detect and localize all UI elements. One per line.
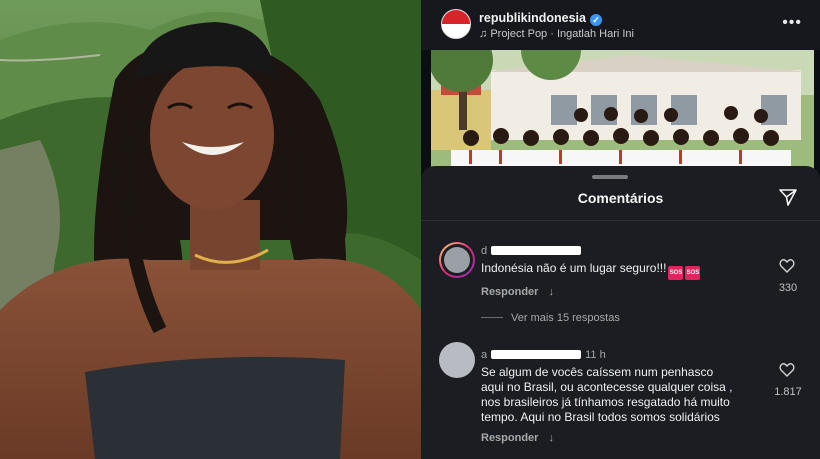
- verified-badge-icon: ✓: [589, 14, 602, 26]
- reply-label[interactable]: Responder: [481, 286, 538, 298]
- comment-time: 11 h: [585, 349, 606, 361]
- screenshot-root: republikindonesia ✓ ♫ Project Pop · Ingat…: [0, 0, 820, 459]
- redacted-username: [491, 350, 582, 359]
- comment-text: Indonésia não é um lugar seguro!!! SOS SOS: [481, 261, 701, 280]
- post-header: republikindonesia ✓ ♫ Project Pop · Ingat…: [421, 0, 820, 50]
- avatar-image: [444, 247, 470, 273]
- comment-avatar[interactable]: [439, 242, 475, 278]
- more-options-icon[interactable]: •••: [782, 14, 802, 32]
- view-more-replies[interactable]: Ver mais 15 respostas: [481, 312, 620, 324]
- comment-username[interactable]: a 11 h: [481, 349, 606, 361]
- like-heart-icon[interactable]: [779, 362, 795, 382]
- translate-arrow-icon[interactable]: ↓: [548, 286, 554, 298]
- music-note-icon: ♫: [479, 28, 491, 40]
- comment-line: nos brasileiros já tínhamos resgatado há…: [481, 395, 730, 409]
- instagram-panel: republikindonesia ✓ ♫ Project Pop · Ingat…: [421, 0, 820, 459]
- comment-line: tempo. Aqui no Brasil todos somos solidá…: [481, 410, 720, 424]
- like-count: 330: [778, 282, 798, 294]
- view-replies-text[interactable]: Ver mais 15 respostas: [511, 312, 620, 324]
- woman-photo: [0, 0, 421, 459]
- username[interactable]: republikindonesia ✓: [479, 11, 602, 26]
- like-heart-icon[interactable]: [779, 258, 795, 278]
- username-initial[interactable]: d: [481, 245, 487, 257]
- like-count: 1.817: [774, 386, 802, 398]
- comment-line: aqui no Brasil, ou acontecesse qualquer …: [481, 380, 733, 394]
- redacted-username: [491, 246, 582, 255]
- reply-button[interactable]: Responder ↓: [481, 432, 554, 444]
- indonesia-flag-avatar[interactable]: [441, 9, 471, 39]
- send-icon[interactable]: [778, 187, 798, 212]
- post-image[interactable]: [431, 50, 814, 180]
- comment-body: Indonésia não é um lugar seguro!!!: [481, 261, 667, 275]
- comment-username[interactable]: d: [481, 245, 585, 257]
- flag-red-stripe: [442, 10, 470, 24]
- comments-title: Comentários: [577, 190, 664, 206]
- sos-emoji-icon: SOS: [668, 266, 684, 280]
- username-initial[interactable]: a: [481, 349, 487, 361]
- translate-arrow-icon[interactable]: ↓: [548, 432, 554, 444]
- comment-avatar[interactable]: [439, 342, 475, 378]
- username-text[interactable]: republikindonesia: [479, 11, 586, 25]
- comments-sheet: Comentários d Indonésia não é um lugar s…: [421, 166, 820, 459]
- drag-handle[interactable]: [592, 175, 628, 179]
- music-info[interactable]: ♫ Project Pop · Ingatlah Hari Ini: [479, 28, 634, 40]
- reply-button[interactable]: Responder ↓: [481, 286, 554, 298]
- comment-line: Se algum de vocês caíssem num penhasco: [481, 365, 714, 379]
- sheet-divider: [421, 220, 820, 221]
- replies-line: [481, 317, 503, 318]
- comment-text: Se algum de vocês caíssem num penhasco a…: [481, 365, 733, 425]
- reply-label[interactable]: Responder: [481, 432, 538, 444]
- music-title[interactable]: Project Pop · Ingatlah Hari Ini: [490, 28, 634, 40]
- sos-emoji-icon: SOS: [685, 266, 701, 280]
